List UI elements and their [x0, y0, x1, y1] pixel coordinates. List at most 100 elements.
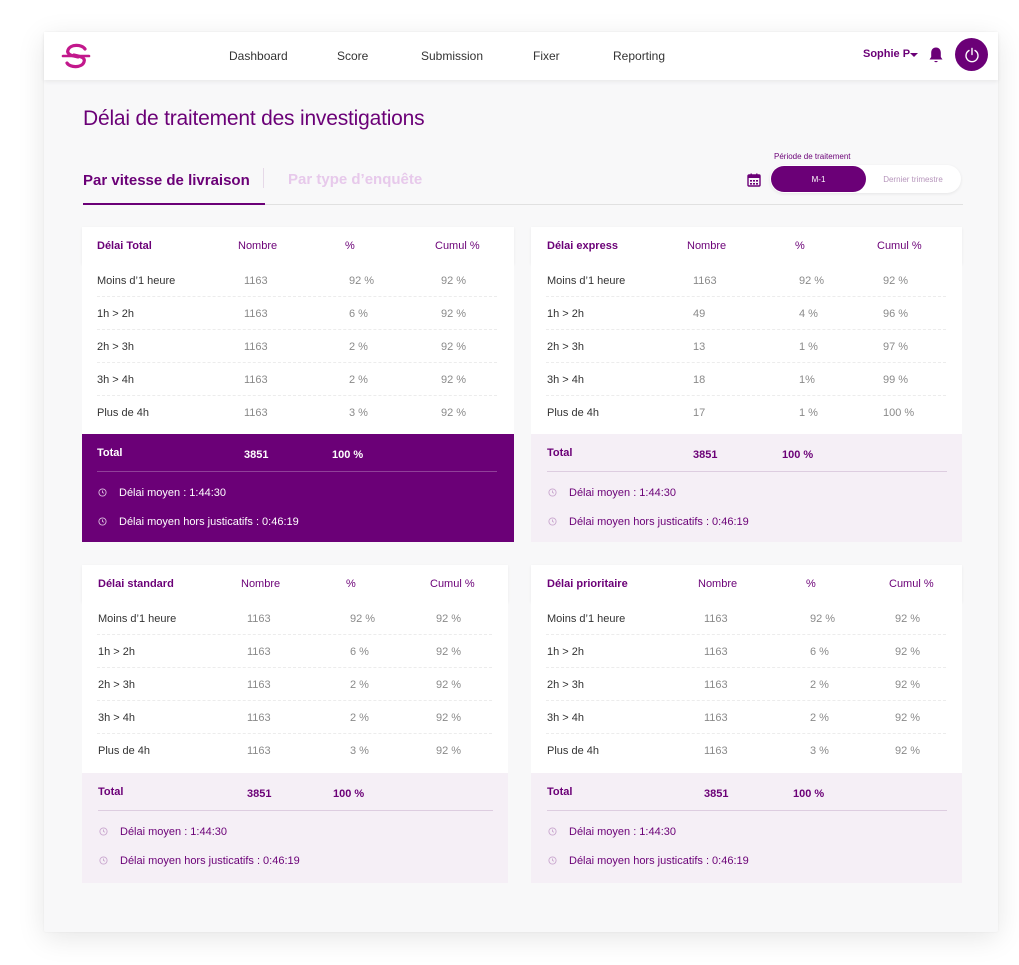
row-value: 92 %: [799, 275, 825, 287]
average-delay-excl: Délai moyen hors justicatifs : 0:46:19: [569, 516, 749, 528]
tab-par-type[interactable]: Par type d’enquête: [288, 171, 422, 188]
row-value: 6 %: [350, 646, 369, 658]
nav-fixer[interactable]: Fixer: [533, 49, 560, 63]
logo-icon[interactable]: [60, 40, 92, 72]
row-value: 2 %: [349, 374, 368, 386]
card-title: Délai standard: [98, 578, 174, 590]
row-value: 18: [693, 374, 706, 386]
bell-icon[interactable]: [928, 46, 944, 64]
table-row: 3h > 4h 1163 2 % 92 %: [531, 701, 962, 734]
table-row: Plus de 4h 1163 3 % 92 %: [531, 734, 962, 767]
row-label: Moins d’1 heure: [97, 275, 176, 287]
row-value: 1163: [247, 745, 271, 757]
row-value: 1163: [244, 275, 268, 287]
total-label: Total: [98, 786, 124, 798]
row-value: 92 %: [436, 646, 462, 658]
row-value: 92 %: [441, 341, 467, 353]
table-row: 2h > 3h 1163 2 % 92 %: [82, 668, 508, 701]
table-row: 1h > 2h 1163 6 % 92 %: [82, 635, 508, 668]
total-percent: 100 %: [333, 788, 365, 800]
row-label: 3h > 4h: [98, 712, 136, 724]
row-value: 2 %: [350, 712, 369, 724]
average-delay-excl: Délai moyen hors justicatifs : 0:46:19: [120, 855, 300, 867]
row-value: 92 %: [349, 275, 375, 287]
row-value: 92 %: [436, 745, 462, 757]
summary-divider: [547, 810, 947, 811]
nav-reporting[interactable]: Reporting: [613, 49, 665, 63]
row-value: 1 %: [799, 341, 818, 353]
clock-icon: [98, 517, 107, 526]
table-row: 1h > 2h 49 4 % 96 %: [531, 297, 962, 330]
clock-icon: [98, 488, 107, 497]
row-value: 99 %: [883, 374, 909, 386]
row-value: 1163: [244, 308, 268, 320]
row-label: Plus de 4h: [547, 745, 599, 757]
total-label: Total: [547, 786, 573, 798]
row-value: 96 %: [883, 308, 909, 320]
column-header: Nombre: [238, 240, 278, 252]
nav-dashboard[interactable]: Dashboard: [229, 49, 288, 63]
row-value: 92 %: [436, 679, 462, 691]
card-title: Délai prioritaire: [547, 578, 628, 590]
period-option-m1[interactable]: M-1: [771, 166, 866, 192]
row-value: 100 %: [883, 407, 915, 419]
row-label: Plus de 4h: [97, 407, 149, 419]
nav-submission[interactable]: Submission: [421, 49, 483, 63]
row-value: 2 %: [350, 679, 369, 691]
row-label: 1h > 2h: [98, 646, 136, 658]
row-label: 3h > 4h: [547, 712, 585, 724]
row-value: 1%: [799, 374, 815, 386]
user-menu[interactable]: Sophie P: [863, 48, 910, 60]
summary-divider: [547, 471, 947, 472]
calendar-icon[interactable]: [747, 173, 761, 187]
card-summary: Total 3851 100 % Délai moyen : 1:44:30 Délai…: [82, 434, 514, 542]
average-delay: Délai moyen : 1:44:30: [569, 487, 677, 499]
table-row: Plus de 4h 1163 3 % 92 %: [82, 734, 508, 767]
row-value: 92 %: [350, 613, 376, 625]
total-count: 3851: [693, 449, 718, 461]
total-count: 3851: [244, 449, 269, 461]
row-value: 92 %: [436, 712, 462, 724]
column-header: Cumul %: [430, 578, 475, 590]
row-value: 92 %: [810, 613, 836, 625]
column-header: Cumul %: [889, 578, 934, 590]
table-row: 3h > 4h 1163 2 % 92 %: [82, 701, 508, 734]
nav-score[interactable]: Score: [337, 49, 368, 63]
column-header: %: [345, 240, 355, 252]
page-title: Délai de traitement des investigations: [83, 107, 425, 130]
power-button[interactable]: [955, 38, 988, 71]
period-option-dernier-trimestre[interactable]: Dernier trimestre: [866, 166, 960, 192]
column-header: Nombre: [241, 578, 281, 590]
row-label: 1h > 2h: [547, 646, 585, 658]
row-value: 1163: [247, 679, 271, 691]
table-row: 2h > 3h 1163 2 % 92 %: [82, 330, 514, 363]
average-delay-excl: Délai moyen hors justicatifs : 0:46:19: [119, 516, 299, 528]
table-row: 3h > 4h 1163 2 % 92 %: [82, 363, 514, 396]
column-header: Nombre: [687, 240, 727, 252]
top-navigation-bar: Dashboard Score Submission Fixer Reporti…: [44, 32, 998, 80]
app-window: Dashboard Score Submission Fixer Reporti…: [44, 32, 998, 932]
row-value: 1163: [704, 712, 728, 724]
caret-down-icon[interactable]: [910, 53, 918, 57]
row-value: 92 %: [436, 613, 462, 625]
card-header: Délai Total Nombre% Cumul %: [82, 227, 514, 264]
clock-icon: [99, 827, 108, 836]
row-value: 1163: [704, 646, 728, 658]
column-header: %: [795, 240, 805, 252]
row-label: Moins d’1 heure: [547, 613, 626, 625]
table-row: 2h > 3h 13 1 % 97 %: [531, 330, 962, 363]
card-summary: Total 3851 100 % Délai moyen : 1:44:30 Délai…: [82, 773, 508, 883]
table-row: 1h > 2h 1163 6 % 92 %: [531, 635, 962, 668]
tab-par-vitesse[interactable]: Par vitesse de livraison: [83, 172, 250, 189]
card-header: Délai standard Nombre% Cumul %: [82, 565, 508, 602]
row-value: 13: [693, 341, 706, 353]
card-summary: Total 3851 100 % Délai moyen : 1:44:30 Délai…: [531, 434, 962, 542]
row-label: Plus de 4h: [98, 745, 150, 757]
row-value: 2 %: [810, 679, 829, 691]
average-delay-excl: Délai moyen hors justicatifs : 0:46:19: [569, 855, 749, 867]
row-value: 1163: [693, 275, 717, 287]
column-header: %: [346, 578, 356, 590]
total-label: Total: [547, 447, 573, 459]
card-table-body: Moins d’1 heure 1163 92 % 92 % 1h > 2h 49 4 % 9…: [531, 264, 962, 434]
table-row: 3h > 4h 18 1% 99 %: [531, 363, 962, 396]
